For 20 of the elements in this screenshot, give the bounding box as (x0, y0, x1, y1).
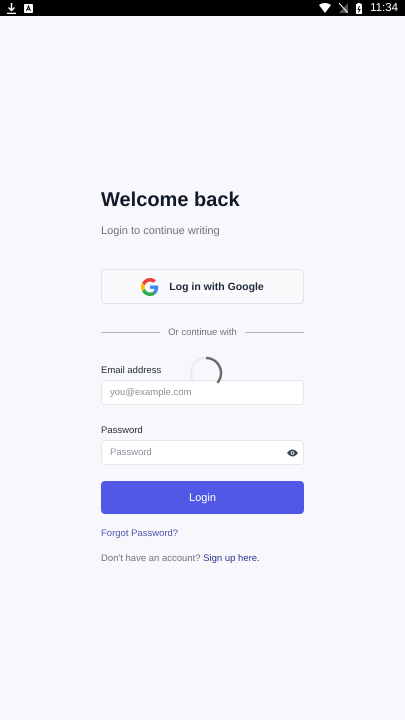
field-label: Password (101, 425, 144, 437)
download-icon (7, 2, 16, 14)
notification-icon (24, 4, 33, 12)
wifi-icon (319, 3, 332, 13)
signup-prompt: Don't have an account? Sign up here. (101, 553, 261, 564)
google-logo-icon (141, 278, 160, 296)
forgot-password-link[interactable]: Forgot Password? (101, 528, 178, 539)
login-button[interactable]: Login (101, 481, 304, 514)
email-field[interactable]: you@example.com (101, 380, 304, 405)
divider-text: Or continue with (168, 327, 237, 338)
eye-icon[interactable] (287, 448, 298, 456)
battery-icon (356, 2, 362, 14)
signup-link[interactable]: Sign up here. (203, 553, 260, 564)
no-sim-icon (339, 3, 348, 13)
field-label: Email address (101, 365, 162, 377)
status-time: 11:34 (370, 2, 398, 14)
password-field[interactable]: Password (101, 440, 304, 465)
welcome-subtitle: Login to continue writing (101, 224, 221, 238)
google-login-button[interactable]: Log in with Google (101, 269, 304, 304)
welcome-title: Welcome back (101, 188, 241, 212)
